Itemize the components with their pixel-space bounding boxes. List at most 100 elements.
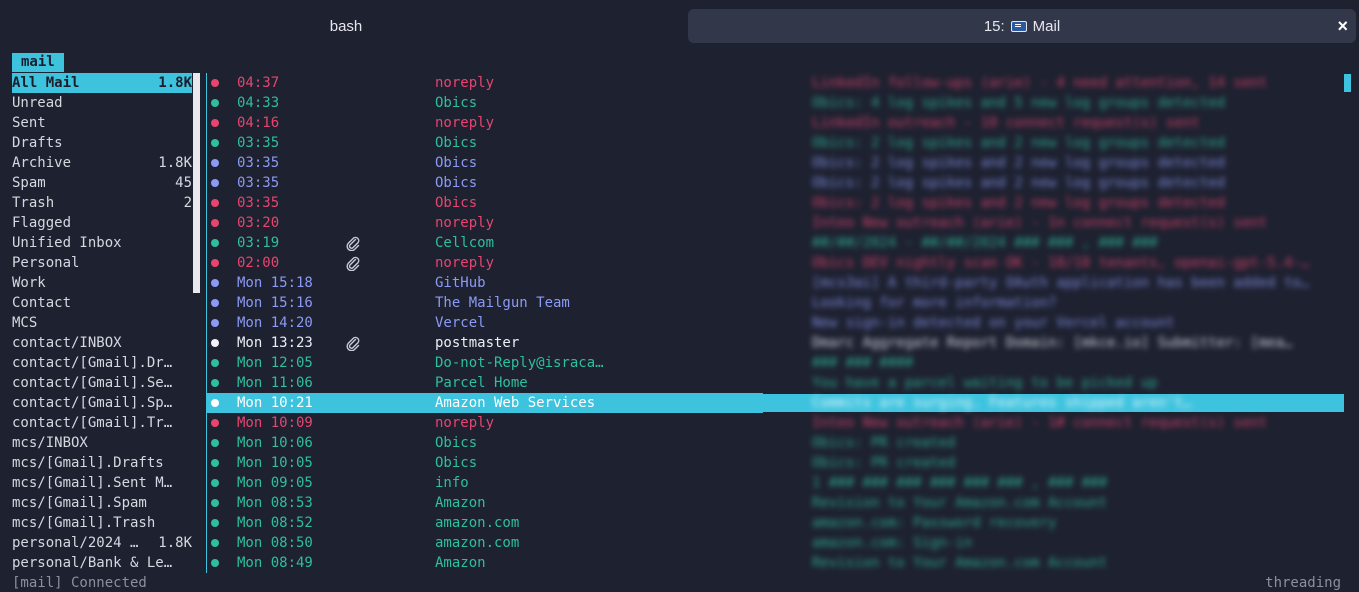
sidebar-folder[interactable]: contact/[Gmail].Dr… xyxy=(12,353,192,373)
sidebar-folder[interactable]: Drafts xyxy=(12,133,192,153)
message-row[interactable]: Mon 08:53 Amazon Revision to Your Amazon.c… xyxy=(207,493,1344,513)
message-time: Mon 13:23 xyxy=(237,335,313,351)
message-row[interactable]: Mon 09:05 info 1 ### ### ### ### ### ### ,… xyxy=(207,473,1344,493)
sidebar-folder[interactable]: Personal xyxy=(12,253,192,273)
sidebar-folder[interactable]: All Mail 1.8K xyxy=(12,73,192,93)
status-dot-icon xyxy=(211,239,219,247)
message-time: Mon 15:16 xyxy=(237,295,313,311)
status-dot-icon xyxy=(211,419,219,427)
sidebar-folder[interactable]: contact/INBOX xyxy=(12,333,192,353)
sidebar-folder[interactable]: mcs/[Gmail].Trash xyxy=(12,513,192,533)
status-dot-icon xyxy=(211,359,219,367)
message-time: Mon 08:53 xyxy=(237,495,313,511)
account-tag[interactable]: mail xyxy=(12,53,64,72)
message-row[interactable]: 04:33 Obics Obics: 4 log spikes and 5 new … xyxy=(207,93,1344,113)
tab-mail-label: Mail xyxy=(1032,17,1061,35)
tab-bar: bash 15: Mail × xyxy=(0,0,1359,48)
sidebar-folder[interactable]: MCS xyxy=(12,313,192,333)
sidebar-folder[interactable]: personal/Bank & Le… xyxy=(12,553,192,573)
message-row[interactable]: 04:37 noreply LinkedIn follow-ups (arie) -… xyxy=(207,73,1344,93)
message-subject: 1 ### ### ### ### ### ### , ### ### xyxy=(812,475,1108,491)
sidebar-folder[interactable]: mcs/[Gmail].Spam xyxy=(12,493,192,513)
sidebar-folder[interactable]: contact/[Gmail].Se… xyxy=(12,373,192,393)
message-time: Mon 08:49 xyxy=(237,555,313,571)
sidebar-folder[interactable]: mcs/INBOX xyxy=(12,433,192,453)
status-dot-icon xyxy=(211,79,219,87)
status-dot-icon xyxy=(211,139,219,147)
folder-label: mcs/[Gmail].Sent M… xyxy=(12,475,173,491)
message-row[interactable]: Mon 08:50 amazon.com amazon.com: Sign-in xyxy=(207,533,1344,553)
message-row[interactable]: Mon 15:16 The Mailgun Team Looking for mor… xyxy=(207,293,1344,313)
message-row[interactable]: Mon 14:20 Vercel New sign-in detected on y… xyxy=(207,313,1344,333)
message-time: 04:33 xyxy=(237,95,280,111)
message-row[interactable]: Mon 12:05 Do-not-Reply@israca… ### ### ###… xyxy=(207,353,1344,373)
status-dot-icon xyxy=(211,439,219,447)
sidebar-folder[interactable]: Contact xyxy=(12,293,192,313)
message-sender: Obics xyxy=(435,195,478,211)
message-row[interactable]: Mon 10:21 Amazon Web Services Commits are … xyxy=(207,393,1344,413)
sidebar-folder[interactable]: Unread xyxy=(12,93,192,113)
message-row[interactable]: Mon 10:09 noreply Inteo New outreach (arie… xyxy=(207,413,1344,433)
message-sender: Obics xyxy=(435,155,478,171)
sidebar-folder[interactable]: Sent xyxy=(12,113,192,133)
tab-mail[interactable]: 15: Mail × xyxy=(688,9,1356,43)
status-dot-icon xyxy=(211,219,219,227)
folder-label: Work xyxy=(12,275,46,291)
sidebar-folder[interactable]: mcs/[Gmail].Drafts xyxy=(12,453,192,473)
message-row[interactable]: Mon 10:06 Obics Obics: PR created xyxy=(207,433,1344,453)
message-row[interactable]: 03:19 Cellcom ##/##/2024 - ##/##/2024 ### … xyxy=(207,233,1344,253)
folder-label: Sent xyxy=(12,115,46,131)
message-subject: Obics: 2 log spikes and 2 new log groups… xyxy=(812,195,1226,211)
message-time: Mon 08:50 xyxy=(237,535,313,551)
message-sender: noreply xyxy=(435,75,495,91)
folder-label: Archive xyxy=(12,155,72,171)
message-row[interactable]: 03:35 Obics Obics: 2 log spikes and 2 new … xyxy=(207,133,1344,153)
message-row[interactable]: 03:35 Obics Obics: 2 log spikes and 2 new … xyxy=(207,173,1344,193)
message-row[interactable]: 02:00 noreply Obics DEV nightly scan OK - … xyxy=(207,253,1344,273)
message-time: Mon 09:05 xyxy=(237,475,313,491)
tab-bash[interactable]: bash xyxy=(6,9,686,43)
message-row[interactable]: Mon 08:49 Amazon Revision to Your Amazon.c… xyxy=(207,553,1344,573)
message-time: Mon 11:06 xyxy=(237,375,313,391)
message-sender: Obics xyxy=(435,435,478,451)
message-row[interactable]: Mon 11:06 Parcel Home You have a parcel wa… xyxy=(207,373,1344,393)
sidebar-folder[interactable]: Spam 45 xyxy=(12,173,192,193)
folder-count: 1.8K xyxy=(158,155,192,171)
message-list: 04:37 noreply LinkedIn follow-ups (arie) -… xyxy=(207,73,1344,573)
folder-label: Personal xyxy=(12,255,80,271)
message-sender: info xyxy=(435,475,469,491)
message-list-scrollbar[interactable] xyxy=(1344,74,1351,92)
message-row[interactable]: Mon 13:23 postmaster Dmarc Aggregate Repor… xyxy=(207,333,1344,353)
sidebar-folder[interactable]: personal/2024 … 1.8K xyxy=(12,533,192,553)
message-subject: [mcs3ai] A third-party OAuth application… xyxy=(812,275,1310,291)
message-subject: amazon.com: Password recovery xyxy=(812,515,1057,531)
message-time: 04:37 xyxy=(237,75,280,91)
folder-label: mcs/INBOX xyxy=(12,435,88,451)
message-row[interactable]: 03:20 noreply Inteo New outreach (arie) - … xyxy=(207,213,1344,233)
message-sender: Vercel xyxy=(435,315,486,331)
sidebar-folder[interactable]: Trash 2 xyxy=(12,193,192,213)
sidebar-folder[interactable]: Work xyxy=(12,273,192,293)
message-sender: noreply xyxy=(435,415,495,431)
message-row[interactable]: 03:35 Obics Obics: 2 log spikes and 2 new … xyxy=(207,193,1344,213)
folder-label: Drafts xyxy=(12,135,63,151)
message-row[interactable]: Mon 08:52 amazon.com amazon.com: Password … xyxy=(207,513,1344,533)
message-time: Mon 10:09 xyxy=(237,415,313,431)
sidebar-folder[interactable]: mcs/[Gmail].Sent M… xyxy=(12,473,192,493)
message-row[interactable]: 03:35 Obics Obics: 2 log spikes and 2 new … xyxy=(207,153,1344,173)
message-subject: Obics: 2 log spikes and 2 new log groups… xyxy=(812,155,1226,171)
status-dot-icon xyxy=(211,119,219,127)
message-sender: Obics xyxy=(435,175,478,191)
sidebar-folder[interactable]: contact/[Gmail].Tr… xyxy=(12,413,192,433)
folder-label: personal/Bank & Le… xyxy=(12,555,173,571)
sidebar-scrollbar[interactable] xyxy=(193,73,200,293)
message-time: Mon 08:52 xyxy=(237,515,313,531)
message-row[interactable]: Mon 15:18 GitHub [mcs3ai] A third-party OA… xyxy=(207,273,1344,293)
sidebar-folder[interactable]: Unified Inbox xyxy=(12,233,192,253)
message-row[interactable]: Mon 10:05 Obics Obics: PR created xyxy=(207,453,1344,473)
sidebar-folder[interactable]: Flagged xyxy=(12,213,192,233)
message-row[interactable]: 04:16 noreply LinkedIn outreach - 10 conne… xyxy=(207,113,1344,133)
close-tab-button[interactable]: × xyxy=(1337,9,1348,43)
sidebar-folder[interactable]: Archive 1.8K xyxy=(12,153,192,173)
sidebar-folder[interactable]: contact/[Gmail].Sp… xyxy=(12,393,192,413)
